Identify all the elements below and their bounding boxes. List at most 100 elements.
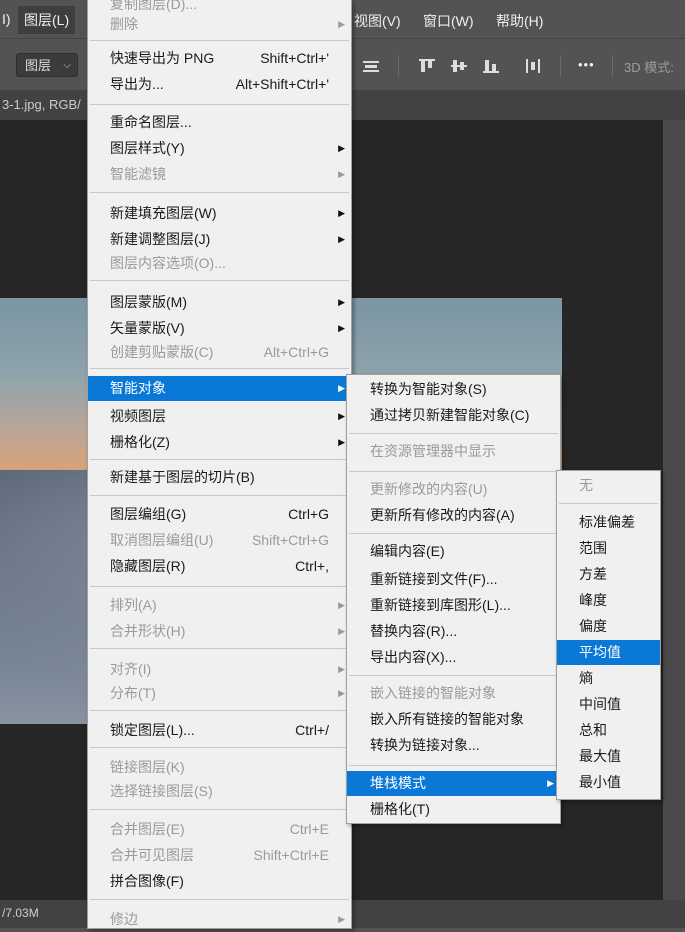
vertical-scrollbar[interactable] — [663, 120, 685, 900]
submenu-arrow-icon: ▶ — [338, 208, 345, 218]
stack-mode-menu-item-label: 方差 — [579, 566, 607, 582]
layer-menu-item-label: 对齐(I) — [110, 661, 152, 677]
align-bottom-icon[interactable] — [482, 59, 500, 73]
layer-menu-item[interactable]: 栅格化(Z) ▶ — [88, 430, 351, 455]
smart-object-menu-item[interactable]: 堆栈模式 ▶ — [347, 771, 560, 796]
smart-object-menu-item[interactable]: 嵌入所有链接的智能对象 — [347, 707, 560, 732]
menu-separator — [349, 675, 558, 676]
smart-object-menu-item[interactable]: 通过拷贝新建智能对象(C) — [347, 403, 560, 428]
layer-menu-item[interactable]: 锁定图层(L)... Ctrl+/ — [88, 718, 351, 743]
smart-object-menu-item-label: 替换内容(R)... — [370, 623, 458, 639]
menu-window[interactable]: 窗口(W) — [423, 11, 474, 31]
layer-menu-item-shortcut: Shift+Ctrl+E — [253, 847, 329, 863]
layer-menu-item: 排列(A) ▶ — [88, 593, 351, 618]
auto-select-dropdown[interactable]: 图层 ⌵ — [16, 53, 78, 77]
layer-menu-item[interactable]: 新建基于图层的切片(B) — [88, 465, 351, 490]
layer-menu-item: 修边 ▶ — [88, 907, 351, 932]
layer-menu-item[interactable]: 图层蒙版(M) ▶ — [88, 290, 351, 315]
layer-menu-item-label: 新建基于图层的切片(B) — [110, 469, 255, 485]
layer-menu-item-label: 创建剪贴蒙版(C) — [110, 344, 214, 360]
submenu-arrow-icon: ▶ — [338, 411, 345, 421]
smart-object-menu-item-label: 导出内容(X)... — [370, 649, 457, 665]
smart-object-menu-item: 嵌入链接的智能对象 — [347, 681, 560, 706]
stack-mode-submenu: 无标准偏差 范围方差峰度 偏度平均值熵中间值总和最大值最小值 — [556, 470, 661, 800]
stack-mode-menu-item-label: 中间值 — [579, 696, 621, 712]
stack-mode-menu-item[interactable]: 总和 — [557, 718, 660, 743]
submenu-arrow-icon: ▶ — [338, 19, 345, 29]
layer-menu-item: 取消图层编组(U) Shift+Ctrl+G — [88, 528, 351, 553]
stack-mode-menu-item[interactable]: 熵 — [557, 666, 660, 691]
layer-menu-item-label: 智能滤镜 — [110, 166, 166, 182]
layer-menu-item-label: 图层编组(G) — [110, 506, 187, 522]
layer-menu-item[interactable]: 隐藏图层(R) Ctrl+, — [88, 554, 351, 579]
toolbar-divider — [560, 55, 561, 77]
layer-menu-item[interactable]: 重命名图层... — [88, 110, 351, 135]
stack-mode-menu-item-label: 平均值 — [579, 644, 621, 660]
stack-mode-menu-item[interactable]: 最小值 — [557, 770, 660, 795]
stack-mode-menu-item[interactable]: 范围 — [557, 536, 660, 561]
menu-separator — [349, 533, 558, 534]
stack-mode-menu-item-label: 最大值 — [579, 748, 621, 764]
layer-menu-item[interactable]: 快速导出为 PNG Shift+Ctrl+' — [88, 46, 351, 71]
submenu-arrow-icon: ▶ — [338, 169, 345, 179]
stack-mode-menu-item: 无 — [557, 473, 660, 498]
menu-view[interactable]: 视图(V) — [354, 11, 401, 31]
menu-separator — [349, 765, 558, 766]
stack-mode-menu-item[interactable]: 最大值 — [557, 744, 660, 769]
stack-mode-menu-item-label: 无 — [579, 477, 593, 493]
menu-fragment-left[interactable]: I) — [2, 11, 11, 27]
layer-menu-item-label: 图层样式(Y) — [110, 140, 185, 156]
layer-menu-item-shortcut: Shift+Ctrl+G — [251, 532, 329, 548]
layer-menu-item[interactable]: 导出为... Alt+Shift+Ctrl+' — [88, 72, 351, 97]
menu-separator — [90, 648, 349, 649]
layer-menu-item-label: 图层蒙版(M) — [110, 294, 187, 310]
layer-menu-item-label: 分布(T) — [110, 685, 156, 701]
layer-menu-item-label: 链接图层(K) — [110, 759, 185, 775]
align-vertical-center-icon[interactable] — [450, 59, 468, 73]
smart-object-menu-item[interactable]: 重新链接到文件(F)... — [347, 567, 560, 592]
more-options-button[interactable]: ••• — [578, 57, 595, 72]
layer-menu-item[interactable]: 视频图层 ▶ — [88, 404, 351, 429]
layer-menu-item[interactable]: 矢量蒙版(V) ▶ — [88, 316, 351, 341]
layer-menu-item-shortcut: Alt+Ctrl+G — [263, 344, 329, 360]
stack-mode-menu-item[interactable]: 标准偏差 — [557, 510, 660, 535]
layer-menu-item-label: 合并可见图层 — [110, 847, 194, 863]
layer-menu-item[interactable]: 图层编组(G) Ctrl+G — [88, 502, 351, 527]
submenu-arrow-icon: ▶ — [338, 600, 345, 610]
menu-help[interactable]: 帮助(H) — [496, 11, 543, 31]
smart-object-menu-item[interactable]: 替换内容(R)... — [347, 619, 560, 644]
layer-menu-item[interactable]: 图层样式(Y) ▶ — [88, 136, 351, 161]
stack-mode-menu-item[interactable]: 平均值 — [557, 640, 660, 665]
stack-mode-menu-item[interactable]: 方差 — [557, 562, 660, 587]
submenu-arrow-icon: ▶ — [338, 688, 345, 698]
smart-object-menu-item[interactable]: 导出内容(X)... — [347, 645, 560, 670]
document-size-status: /7.03M — [2, 906, 39, 920]
stack-mode-menu-item[interactable]: 峰度 — [557, 588, 660, 613]
layer-menu-item-label: 重命名图层... — [110, 114, 192, 130]
align-distribute-icon[interactable] — [362, 59, 380, 73]
smart-object-menu-item: 更新修改的内容(U) — [347, 477, 560, 502]
layer-menu-item[interactable]: 新建填充图层(W) ▶ — [88, 201, 351, 226]
menu-separator — [90, 192, 349, 193]
menu-layer[interactable]: 图层(L) — [18, 6, 76, 34]
layer-menu-item-label: 取消图层编组(U) — [110, 532, 214, 548]
layer-menu-item[interactable]: 新建调整图层(J) ▶ — [88, 227, 351, 252]
smart-object-menu-item[interactable]: 栅格化(T) — [347, 797, 560, 822]
layer-menu-item-label: 修边 — [110, 911, 138, 927]
stack-mode-menu-item[interactable]: 偏度 — [557, 614, 660, 639]
layer-menu-item-shortcut: Ctrl+, — [295, 558, 329, 574]
align-top-icon[interactable] — [418, 59, 436, 73]
menu-separator — [559, 503, 658, 504]
smart-object-menu-item[interactable]: 重新链接到库图形(L)... — [347, 593, 560, 618]
smart-object-menu-item[interactable]: 转换为链接对象... — [347, 733, 560, 758]
smart-object-menu-item[interactable]: 更新所有修改的内容(A) — [347, 503, 560, 528]
layer-menu-item-label: 排列(A) — [110, 597, 157, 613]
smart-object-menu-item[interactable]: 编辑内容(E) — [347, 539, 560, 564]
distribute-icon[interactable] — [524, 59, 542, 73]
smart-object-menu-item[interactable]: 转换为智能对象(S) — [347, 377, 560, 402]
document-tab[interactable]: 3-1.jpg, RGB/ — [0, 90, 92, 120]
stack-mode-menu-item[interactable]: 中间值 — [557, 692, 660, 717]
toolbar-divider — [398, 55, 399, 77]
layer-menu-item[interactable]: 拼合图像(F) — [88, 869, 351, 894]
layer-menu-item[interactable]: 智能对象 ▶ — [88, 376, 351, 401]
